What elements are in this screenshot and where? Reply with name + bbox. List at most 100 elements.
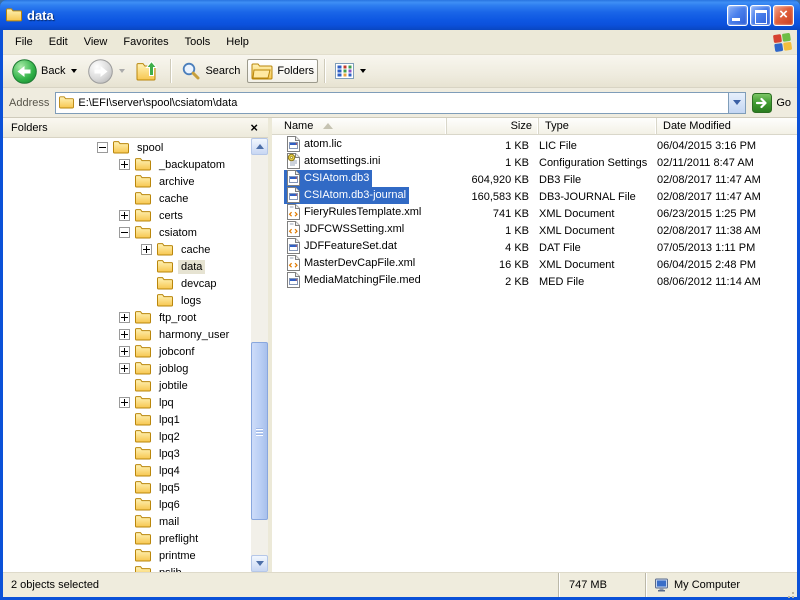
tree-scrollbar[interactable]	[251, 138, 268, 572]
address-input[interactable]: E:\EFI\server\spool\csiatom\data	[55, 92, 746, 114]
column-header-name[interactable]: Name	[272, 118, 447, 134]
file-type-cell: MED File	[539, 276, 657, 288]
file-size-cell: 1 KB	[447, 140, 539, 152]
menu-favorites[interactable]: Favorites	[115, 33, 176, 51]
address-dropdown-button[interactable]	[728, 93, 745, 113]
address-path[interactable]: E:\EFI\server\spool\csiatom\data	[78, 97, 728, 109]
expand-icon[interactable]	[119, 363, 130, 374]
window-body: FileEditViewFavoritesToolsHelp	[3, 30, 797, 597]
tree-item[interactable]: csiatom	[3, 224, 251, 241]
tree-item[interactable]: certs	[3, 207, 251, 224]
back-dropdown-icon[interactable]	[71, 69, 77, 73]
tree-item[interactable]: lpq4	[3, 462, 251, 479]
chevron-up-icon	[256, 144, 264, 149]
collapse-icon[interactable]	[97, 142, 108, 153]
expand-icon[interactable]	[141, 244, 152, 255]
menu-bar: FileEditViewFavoritesToolsHelp	[3, 30, 797, 55]
tree-item[interactable]: harmony_user	[3, 326, 251, 343]
file-date-cell: 06/04/2015 2:48 PM	[657, 259, 797, 271]
tree-item[interactable]: lpq2	[3, 428, 251, 445]
folders-button[interactable]: Folders	[247, 59, 318, 83]
tree-item[interactable]: preflight	[3, 530, 251, 547]
go-button[interactable]: Go	[752, 93, 791, 113]
file-name-text: atom.lic	[304, 138, 342, 150]
xml-file-icon	[287, 255, 300, 271]
expand-icon[interactable]	[119, 329, 130, 340]
file-type-cell: DB3 File	[539, 174, 657, 186]
expand-icon[interactable]	[119, 210, 130, 221]
tree-item-label: mail	[156, 515, 182, 529]
tree-item[interactable]: printme	[3, 547, 251, 564]
file-row[interactable]: JDFCWSSetting.xml 1 KB XML Document 02/0…	[272, 222, 797, 239]
generic-file-icon	[287, 187, 300, 203]
location-text: My Computer	[674, 579, 740, 591]
tree-item[interactable]: lpq3	[3, 445, 251, 462]
menu-edit[interactable]: Edit	[41, 33, 76, 51]
tree-item-label: _backupatom	[156, 158, 228, 172]
tree-item[interactable]: jobtile	[3, 377, 251, 394]
menu-tools[interactable]: Tools	[177, 33, 219, 51]
expand-icon[interactable]	[119, 312, 130, 323]
expand-icon[interactable]	[119, 346, 130, 357]
search-button[interactable]: Search	[177, 58, 244, 84]
tree-item[interactable]: archive	[3, 173, 251, 190]
close-pane-icon[interactable]: ×	[248, 121, 260, 134]
tree-item[interactable]: lpq	[3, 394, 251, 411]
menu-view[interactable]: View	[76, 33, 116, 51]
scroll-down-button[interactable]	[251, 555, 268, 572]
tree-item[interactable]: data	[3, 258, 251, 275]
views-dropdown-icon[interactable]	[360, 69, 366, 73]
file-row[interactable]: atom.lic 1 KB LIC File 06/04/2015 3:16 P…	[272, 137, 797, 154]
scroll-up-button[interactable]	[251, 138, 268, 155]
file-size-cell: 4 KB	[447, 242, 539, 254]
tree-item[interactable]: _backupatom	[3, 156, 251, 173]
file-row[interactable]: MasterDevCapFile.xml 16 KB XML Document …	[272, 256, 797, 273]
scrollbar-thumb[interactable]	[251, 342, 268, 520]
column-header-type[interactable]: Type	[539, 118, 657, 134]
tree-item[interactable]: pslib	[3, 564, 251, 572]
forward-button[interactable]	[84, 56, 129, 87]
file-row[interactable]: CSIAtom.db3-journal 160,583 KB DB3-JOURN…	[272, 188, 797, 205]
tree-item[interactable]: devcap	[3, 275, 251, 292]
tree-item-label: lpq3	[156, 447, 183, 461]
menu-help[interactable]: Help	[218, 33, 257, 51]
tree-item[interactable]: lpq1	[3, 411, 251, 428]
expand-icon[interactable]	[119, 159, 130, 170]
maximize-button[interactable]	[750, 5, 771, 26]
up-button[interactable]	[132, 57, 164, 85]
collapse-icon[interactable]	[119, 227, 130, 238]
minimize-button[interactable]	[727, 5, 748, 26]
tree-item[interactable]: cache	[3, 241, 251, 258]
folder-icon	[157, 243, 173, 256]
menu-file[interactable]: File	[7, 33, 41, 51]
tree-item[interactable]: cache	[3, 190, 251, 207]
tree-item[interactable]: jobconf	[3, 343, 251, 360]
close-button[interactable]	[773, 5, 794, 26]
tree-item[interactable]: joblog	[3, 360, 251, 377]
column-header-date-modified[interactable]: Date Modified	[657, 118, 797, 134]
tree-item[interactable]: logs	[3, 292, 251, 309]
file-row[interactable]: FieryRulesTemplate.xml 741 KB XML Docume…	[272, 205, 797, 222]
tree-item[interactable]: lpq5	[3, 479, 251, 496]
file-date-cell: 02/08/2017 11:38 AM	[657, 225, 797, 237]
tree-item-label: cache	[156, 192, 191, 206]
views-button[interactable]	[331, 60, 370, 82]
tree-item[interactable]: mail	[3, 513, 251, 530]
forward-dropdown-icon[interactable]	[119, 69, 125, 73]
back-button[interactable]: Back	[8, 56, 81, 87]
tree-item[interactable]: lpq6	[3, 496, 251, 513]
expand-icon[interactable]	[119, 397, 130, 408]
tree-item[interactable]: ftp_root	[3, 309, 251, 326]
resize-grip[interactable]	[792, 592, 794, 594]
file-name-text: MasterDevCapFile.xml	[304, 257, 415, 269]
xml-file-icon	[287, 204, 300, 220]
file-name-cell[interactable]: MediaMatchingFile.med	[272, 272, 447, 292]
file-row[interactable]: atomsettings.ini 1 KB Configuration Sett…	[272, 154, 797, 171]
file-row[interactable]: MediaMatchingFile.med 2 KB MED File 08/0…	[272, 273, 797, 290]
file-row[interactable]: CSIAtom.db3 604,920 KB DB3 File 02/08/20…	[272, 171, 797, 188]
tree-item-label: lpq1	[156, 413, 183, 427]
tree-item[interactable]: spool	[3, 139, 251, 156]
title-bar[interactable]: data	[0, 0, 800, 30]
column-header-size[interactable]: Size	[447, 118, 539, 134]
file-row[interactable]: JDFFeatureSet.dat 4 KB DAT File 07/05/20…	[272, 239, 797, 256]
